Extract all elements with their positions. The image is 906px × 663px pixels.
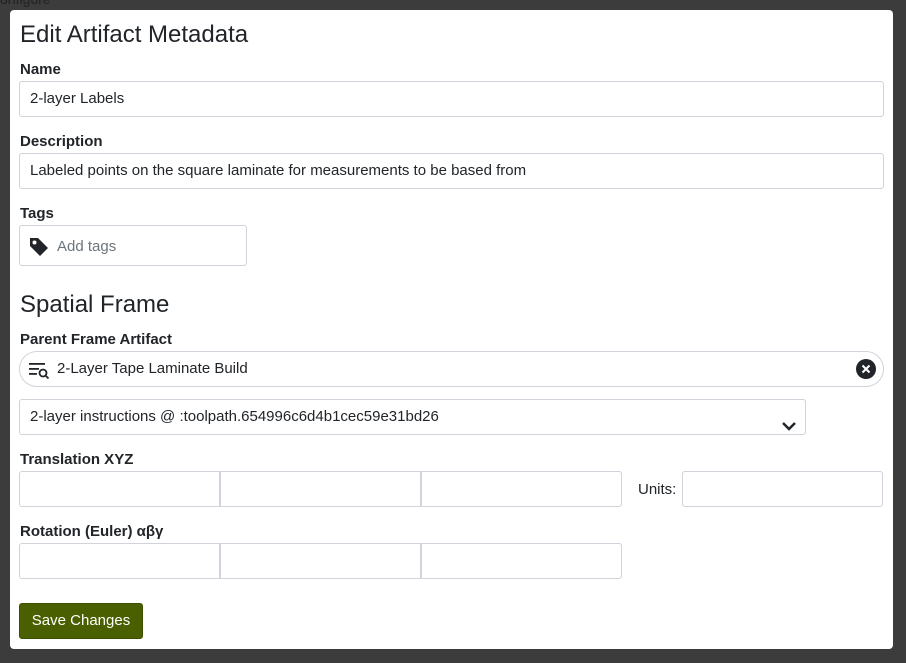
spatial-frame-title: Spatial Frame — [20, 291, 170, 318]
parent-frame-label: Parent Frame Artifact — [20, 331, 172, 348]
save-changes-button[interactable]: Save Changes — [19, 603, 143, 639]
name-input[interactable]: 2-layer Labels — [19, 81, 884, 117]
units-label: Units: — [638, 481, 677, 498]
tag-icon — [28, 236, 50, 263]
search-list-icon — [28, 360, 50, 385]
parent-frame-input[interactable]: 2-Layer Tape Laminate Build — [19, 351, 884, 387]
rotation-label: Rotation (Euler) αβγ — [20, 523, 164, 540]
chevron-down-icon — [781, 411, 797, 445]
translation-x-input[interactable] — [19, 471, 220, 507]
rotation-gamma-input[interactable] — [421, 543, 622, 579]
parent-frame-value: 2-Layer Tape Laminate Build — [57, 360, 248, 377]
edit-artifact-modal: Edit Artifact Metadata Name 2-layer Labe… — [10, 10, 893, 649]
toolpath-select[interactable]: 2-layer instructions @ :toolpath.654996c… — [19, 399, 806, 435]
translation-z-input[interactable] — [421, 471, 622, 507]
translation-label: Translation XYZ — [20, 451, 134, 468]
translation-y-input[interactable] — [220, 471, 421, 507]
clear-icon[interactable] — [856, 359, 876, 384]
tags-label: Tags — [20, 205, 54, 222]
background-text: onfigure — [0, 0, 51, 7]
units-input[interactable] — [682, 471, 883, 507]
toolpath-select-value: 2-layer instructions @ :toolpath.654996c… — [30, 408, 439, 425]
tags-placeholder: Add tags — [57, 238, 117, 255]
description-input[interactable]: Labeled points on the square laminate fo… — [19, 153, 884, 189]
tags-input[interactable]: Add tags — [19, 225, 247, 266]
rotation-beta-input[interactable] — [220, 543, 421, 579]
description-label: Description — [20, 133, 103, 150]
modal-title: Edit Artifact Metadata — [20, 21, 249, 48]
rotation-alpha-input[interactable] — [19, 543, 220, 579]
name-label: Name — [20, 61, 61, 78]
